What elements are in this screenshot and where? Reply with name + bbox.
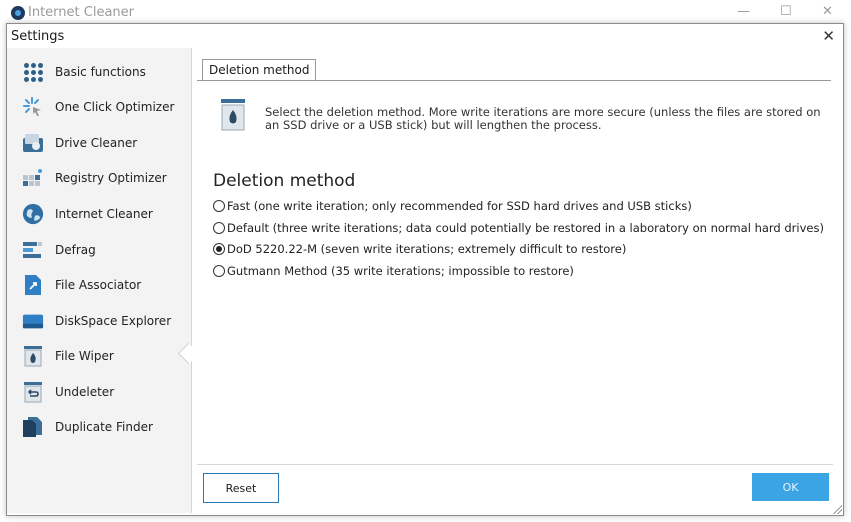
footer-divider: [197, 464, 833, 465]
drive-cleaner-icon: [22, 132, 44, 154]
globe-icon: [22, 203, 44, 225]
radio-option-default[interactable]: Default (three write iterations; data co…: [213, 221, 824, 235]
file-associator-icon: [22, 274, 44, 296]
sidebar-item-registry-optimizer[interactable]: Registry Optimizer: [22, 164, 167, 192]
radio-button[interactable]: [213, 200, 225, 212]
radio-label: Gutmann Method (35 write iterations; imp…: [227, 264, 574, 278]
internet-cleaner-logo-icon: [11, 6, 25, 20]
app-title: Internet Cleaner: [28, 5, 134, 20]
sidebar-item-label: File Associator: [55, 278, 142, 292]
sidebar-item-label: Drive Cleaner: [55, 136, 138, 150]
resize-grip[interactable]: [832, 504, 842, 514]
sidebar-item-duplicate-finder[interactable]: Duplicate Finder: [22, 413, 153, 441]
sidebar-item-label: DiskSpace Explorer: [55, 314, 172, 328]
sidebar-item-one-click-optimizer[interactable]: One Click Optimizer: [22, 93, 174, 121]
radio-option-gutmann[interactable]: Gutmann Method (35 write iterations; imp…: [213, 264, 574, 278]
sidebar-item-internet-cleaner[interactable]: Internet Cleaner: [22, 200, 153, 228]
radio-button[interactable]: [213, 222, 225, 234]
ok-button[interactable]: OK: [752, 473, 829, 501]
sparkle-cursor-icon: [22, 96, 44, 118]
radio-option-fast[interactable]: Fast (one write iteration; only recommen…: [213, 199, 692, 213]
dialog-close-button[interactable]: ✕: [822, 27, 835, 45]
sidebar-divider: [191, 48, 192, 513]
defrag-icon: [22, 239, 44, 261]
sidebar-item-basic-functions[interactable]: Basic functions: [22, 58, 146, 86]
dialog-title: Settings: [11, 29, 65, 44]
sidebar-item-undeleter[interactable]: Undeleter: [22, 378, 114, 406]
sidebar-item-drive-cleaner[interactable]: Drive Cleaner: [22, 129, 137, 157]
sidebar-item-label: Basic functions: [55, 65, 146, 79]
sidebar-item-file-associator[interactable]: File Associator: [22, 271, 141, 299]
radio-label: Fast (one write iteration; only recommen…: [227, 199, 692, 213]
trash-restore-icon: [22, 381, 44, 403]
maximize-button[interactable]: ☐: [780, 4, 792, 19]
reset-button[interactable]: Reset: [203, 473, 279, 503]
sidebar-item-file-wiper[interactable]: File Wiper: [22, 342, 114, 370]
radio-button-selected[interactable]: [213, 243, 225, 255]
section-heading: Deletion method: [213, 171, 356, 191]
tab-divider: [197, 80, 831, 81]
minimize-button[interactable]: —: [737, 4, 750, 19]
grid-dots-icon: [22, 61, 44, 83]
trash-flame-icon: [22, 345, 44, 367]
radio-button[interactable]: [213, 265, 225, 277]
sidebar-item-label: Internet Cleaner: [55, 207, 153, 221]
radio-label: DoD 5220.22-M (seven write iterations; e…: [227, 242, 627, 256]
sidebar-item-label: File Wiper: [55, 349, 114, 363]
sidebar-item-diskspace-explorer[interactable]: DiskSpace Explorer: [22, 307, 171, 335]
radio-label: Default (three write iterations; data co…: [227, 221, 824, 235]
info-description: Select the deletion method. More write i…: [265, 105, 821, 132]
settings-dialog: Settings ✕ Basic functions One Click Opt…: [6, 23, 844, 516]
sidebar-item-label: Undeleter: [55, 385, 115, 399]
tab-deletion-method[interactable]: Deletion method: [202, 59, 317, 81]
sidebar-item-label: Duplicate Finder: [55, 420, 153, 434]
sidebar-item-defrag[interactable]: Defrag: [22, 236, 96, 264]
sidebar-item-label: Defrag: [55, 243, 96, 257]
sidebar-item-label: Registry Optimizer: [55, 171, 167, 185]
duplicate-icon: [22, 416, 44, 438]
sidebar-item-label: One Click Optimizer: [55, 100, 175, 114]
disk-icon: [22, 310, 44, 332]
trash-flame-icon: [221, 99, 245, 131]
registry-icon: [22, 167, 44, 189]
radio-option-dod[interactable]: DoD 5220.22-M (seven write iterations; e…: [213, 242, 626, 256]
window-close-button[interactable]: ✕: [822, 4, 833, 19]
